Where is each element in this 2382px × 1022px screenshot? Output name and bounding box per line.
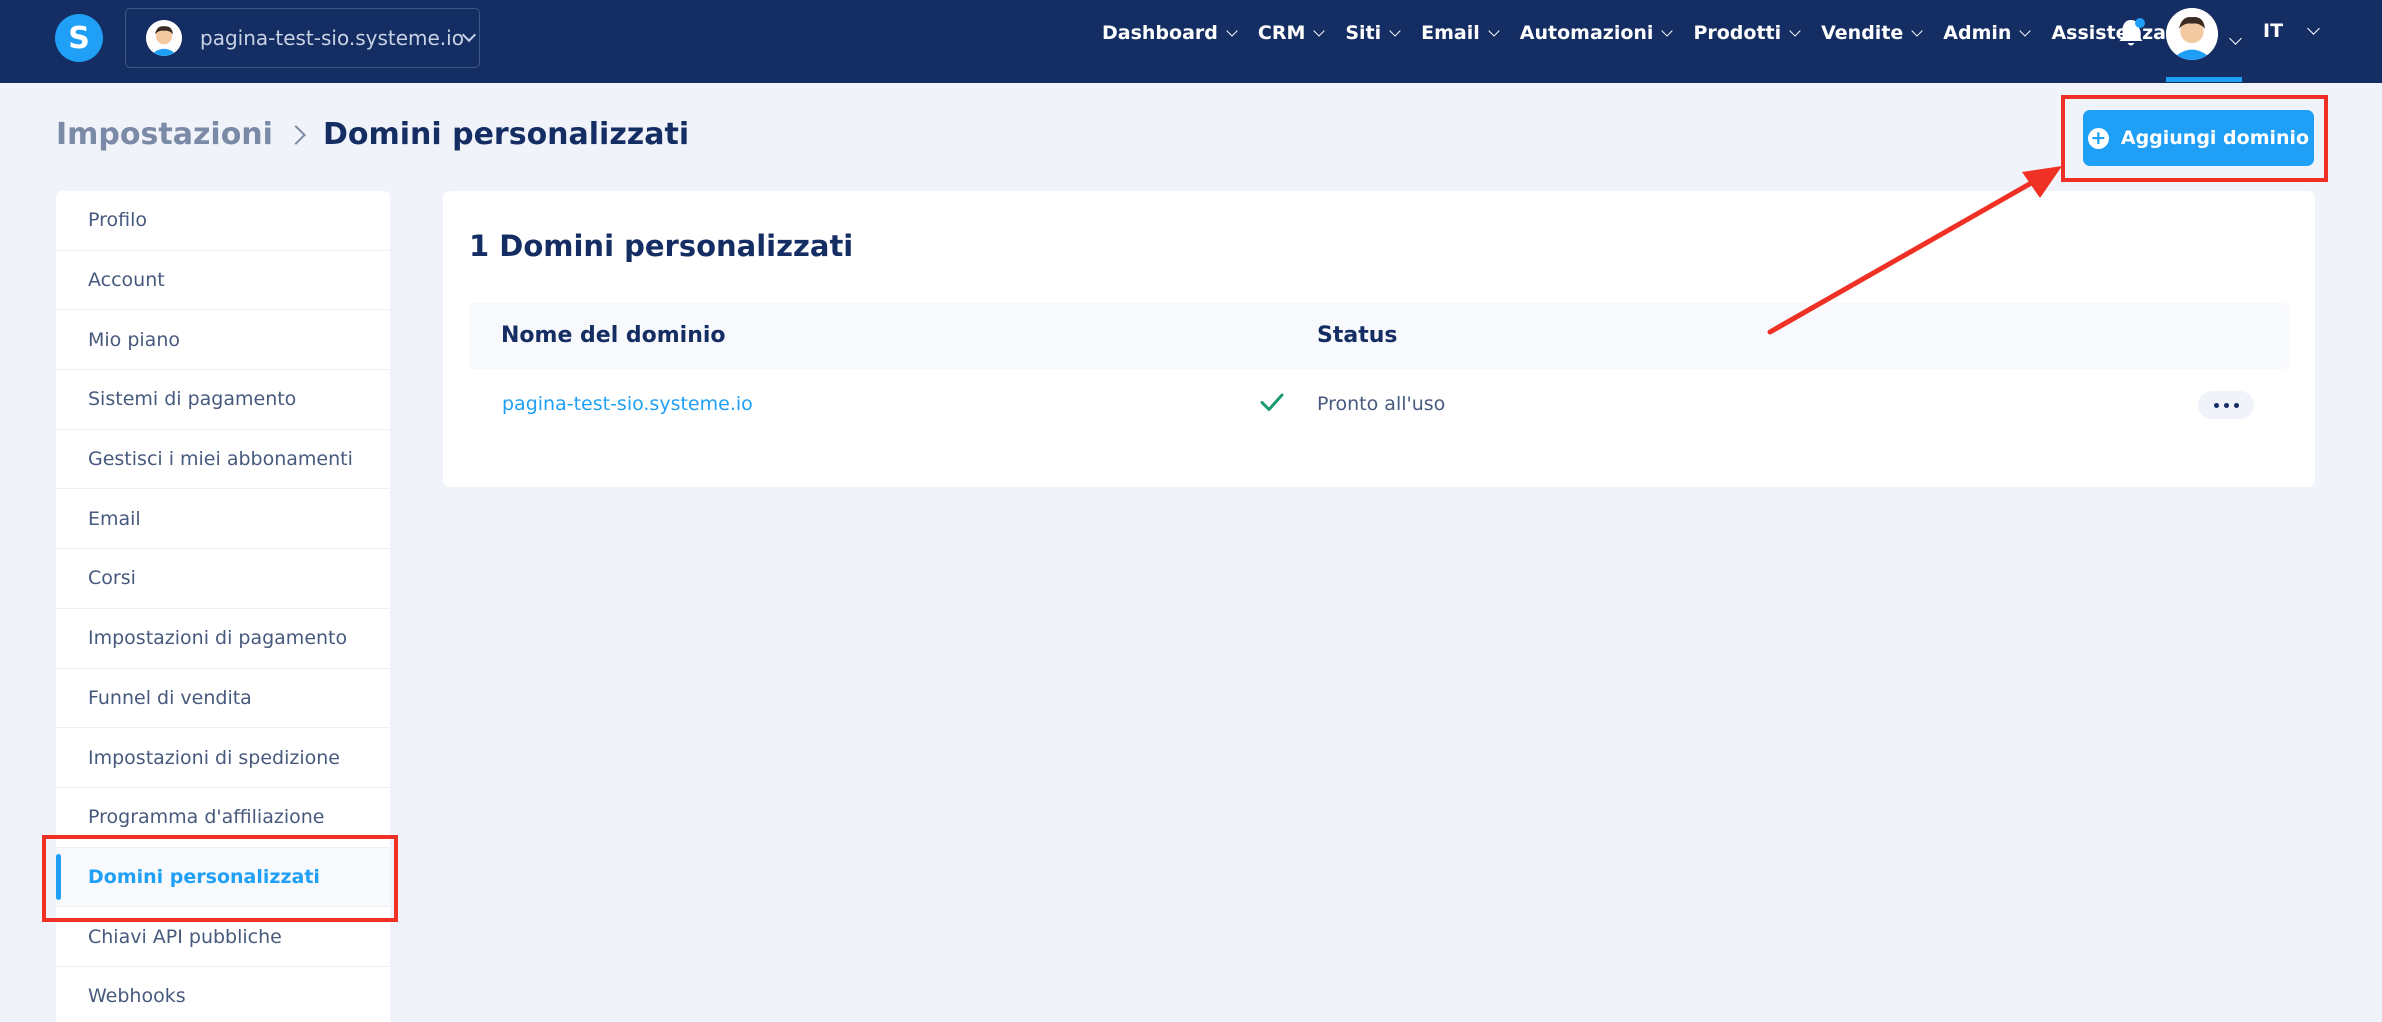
nav-dashboard[interactable]: Dashboard bbox=[1102, 22, 1238, 44]
more-dots-icon bbox=[2213, 402, 2219, 408]
nav-prodotti[interactable]: Prodotti bbox=[1693, 22, 1801, 44]
column-header-status: Status bbox=[1317, 323, 1398, 348]
chevron-down-icon bbox=[2229, 32, 2242, 45]
table-row: pagina-test-sio.systeme.io Pronto all'us… bbox=[469, 369, 2289, 441]
top-navbar: S pagina-test-sio.systeme.io Dashboard C… bbox=[0, 0, 2382, 83]
domains-count-title: 1 Domini personalizzati bbox=[469, 229, 854, 263]
sidebar-item-abbonamenti[interactable]: Gestisci i miei abbonamenti bbox=[56, 430, 390, 490]
user-avatar[interactable] bbox=[2166, 8, 2218, 60]
chevron-right-icon bbox=[286, 124, 306, 145]
domains-card: 1 Domini personalizzati Nome del dominio… bbox=[443, 191, 2315, 487]
site-switcher[interactable]: pagina-test-sio.systeme.io bbox=[125, 8, 480, 68]
chevron-down-icon bbox=[2307, 21, 2320, 35]
language-switcher[interactable]: IT bbox=[2263, 20, 2320, 42]
chevron-down-icon bbox=[1789, 24, 1801, 37]
sidebar-item-spedizione[interactable]: Impostazioni di spedizione bbox=[56, 728, 390, 788]
user-menu-toggle[interactable] bbox=[2229, 28, 2242, 47]
site-avatar bbox=[146, 20, 182, 56]
settings-sidebar: Profilo Account Mio piano Sistemi di pag… bbox=[56, 191, 390, 1022]
chevron-down-icon bbox=[1389, 24, 1401, 37]
nav-email[interactable]: Email bbox=[1421, 22, 1500, 44]
chevron-down-icon bbox=[1313, 24, 1326, 37]
page-title: Domini personalizzati bbox=[322, 117, 690, 152]
column-header-domain: Nome del dominio bbox=[501, 323, 726, 348]
sidebar-item-impostazioni-pagamento[interactable]: Impostazioni di pagamento bbox=[56, 609, 390, 669]
domain-link[interactable]: pagina-test-sio.systeme.io bbox=[502, 393, 753, 415]
check-icon bbox=[1260, 393, 1284, 411]
sidebar-item-corsi[interactable]: Corsi bbox=[56, 549, 390, 609]
nav-siti[interactable]: Siti bbox=[1345, 22, 1401, 44]
main-nav: Dashboard CRM Siti Email Automazioni Pro… bbox=[1102, 0, 2184, 66]
sidebar-item-email[interactable]: Email bbox=[56, 489, 390, 550]
nav-admin[interactable]: Admin bbox=[1943, 22, 2032, 44]
chevron-down-icon bbox=[461, 27, 477, 43]
chevron-down-icon bbox=[1661, 24, 1674, 37]
sidebar-item-funnel-vendita[interactable]: Funnel di vendita bbox=[56, 669, 390, 729]
site-name: pagina-test-sio.systeme.io bbox=[200, 26, 464, 50]
sidebar-item-domini-personalizzati[interactable]: Domini personalizzati bbox=[56, 847, 390, 908]
more-actions-button[interactable] bbox=[2198, 391, 2254, 419]
systeme-logo[interactable]: S bbox=[55, 14, 103, 62]
chevron-down-icon bbox=[2019, 24, 2032, 37]
sidebar-item-webhooks[interactable]: Webhooks bbox=[56, 967, 390, 1022]
plus-circle-icon: + bbox=[2087, 127, 2109, 149]
nav-automazioni[interactable]: Automazioni bbox=[1520, 22, 1674, 44]
domain-status: Pronto all'uso bbox=[1317, 393, 1446, 415]
breadcrumb: Impostazioni Domini personalizzati bbox=[56, 117, 689, 152]
chevron-down-icon bbox=[1488, 24, 1500, 37]
notification-dot bbox=[2135, 18, 2145, 28]
add-domain-button[interactable]: + Aggiungi dominio bbox=[2083, 110, 2314, 166]
sidebar-item-sistemi-pagamento[interactable]: Sistemi di pagamento bbox=[56, 370, 390, 430]
chevron-down-icon bbox=[1226, 24, 1238, 37]
breadcrumb-parent-link[interactable]: Impostazioni bbox=[56, 117, 273, 152]
table-header: Nome del dominio Status bbox=[469, 303, 2289, 369]
nav-crm[interactable]: CRM bbox=[1258, 22, 1326, 44]
sidebar-item-chiavi-api[interactable]: Chiavi API pubbliche bbox=[56, 907, 390, 967]
sidebar-item-affiliazione[interactable]: Programma d'affiliazione bbox=[56, 788, 390, 848]
active-menu-underline bbox=[2166, 77, 2242, 82]
sidebar-item-account[interactable]: Account bbox=[56, 251, 390, 311]
sidebar-item-mio-piano[interactable]: Mio piano bbox=[56, 310, 390, 371]
sidebar-item-profilo[interactable]: Profilo bbox=[56, 191, 390, 251]
nav-assistenza[interactable]: Assistenza bbox=[2051, 22, 2166, 44]
chevron-down-icon bbox=[1911, 24, 1923, 37]
nav-vendite[interactable]: Vendite bbox=[1821, 22, 1923, 44]
